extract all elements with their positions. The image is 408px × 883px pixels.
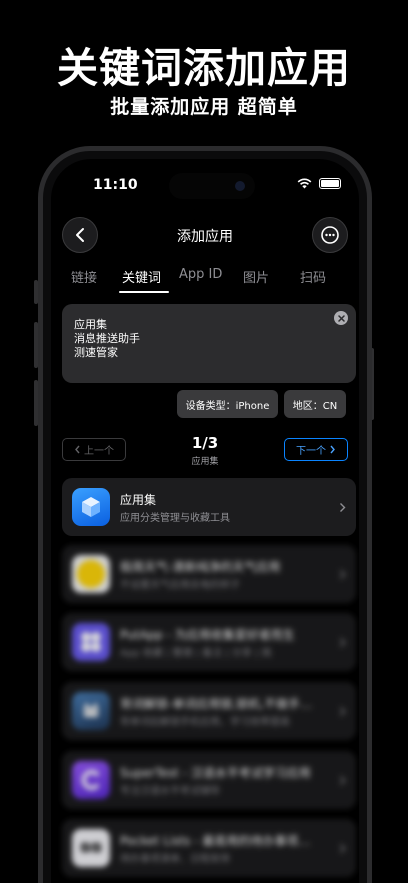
phone-bezel: 11:10 添加应用 链接 关键词 App ID 图片 扫码 应用集 消息推送助…	[43, 151, 367, 883]
chevron-right-icon	[340, 776, 346, 785]
app-desc: App 收藏 | 整理 | 备注 | 分享 | 挑	[120, 648, 272, 659]
app-name: SuperTest - 汉语水平考试学习应用	[120, 766, 311, 780]
device-type-button[interactable]: 设备类型：iPhone	[177, 390, 278, 418]
chevron-right-icon	[340, 844, 346, 853]
tab-image[interactable]: 图片	[243, 267, 269, 286]
app-desc: 不设置天气应用去电的样子	[120, 580, 240, 591]
camera-icon	[235, 181, 245, 191]
more-icon	[321, 226, 339, 244]
app-name: 应用集	[120, 493, 157, 507]
status-icons	[297, 178, 341, 189]
tab-active-indicator	[119, 291, 169, 293]
promo-subtitle: 批量添加应用 超简单	[110, 96, 298, 118]
cube-icon	[72, 488, 110, 526]
app-list-item[interactable]: 背词解锁-单词应用锁,锁机,不做手… 背单词后解锁手机应用，学习效率提高	[62, 682, 356, 740]
app-list-item[interactable]: PutApp - 为应用收集爱好者而生 App 收藏 | 整理 | 备注 | 分…	[62, 613, 356, 671]
app-desc: 待办事项清单、日程安排	[120, 854, 230, 865]
chevron-right-icon	[340, 570, 346, 579]
app-list-item[interactable]: 应用集 应用分类管理与收藏工具	[62, 478, 356, 536]
app-desc: 背单词后解锁手机应用，学习效率提高	[120, 717, 290, 728]
c-logo-icon	[72, 761, 110, 799]
battery-icon	[319, 178, 341, 189]
clear-button[interactable]	[334, 311, 348, 325]
keyword-line: 测速管家	[74, 346, 118, 359]
sun-icon	[72, 555, 110, 593]
close-icon	[337, 314, 345, 322]
keyword-line: 消息推送助手	[74, 332, 140, 345]
phone-frame: 11:10 添加应用 链接 关键词 App ID 图片 扫码 应用集 消息推送助…	[38, 146, 372, 883]
tab-app-id[interactable]: App ID	[179, 267, 222, 282]
status-bar: 11:10	[51, 159, 359, 203]
next-label: 下一个	[296, 446, 326, 457]
chevron-right-icon	[330, 445, 335, 454]
tab-scan[interactable]: 扫码	[300, 267, 326, 286]
next-button[interactable]: 下一个	[284, 438, 348, 461]
nav-bar: 添加应用	[51, 217, 359, 253]
app-name: 极简天气-清新纯净的天气应用	[120, 560, 281, 574]
keyword-input[interactable]: 应用集 消息推送助手 测速管家	[62, 304, 356, 383]
status-time: 11:10	[93, 177, 138, 193]
grid-icon	[72, 623, 110, 661]
app-list-item[interactable]: 极简天气-清新纯净的天气应用 不设置天气应用去电的样子	[62, 545, 356, 603]
region-button[interactable]: 地区：CN	[284, 390, 346, 418]
app-name: Pocket Lists - 最易用的待办事项…	[120, 834, 311, 848]
phone-screen: 11:10 添加应用 链接 关键词 App ID 图片 扫码 应用集 消息推送助…	[51, 159, 359, 883]
tab-bar: 链接 关键词 App ID 图片 扫码	[51, 267, 359, 293]
dynamic-island	[169, 173, 255, 199]
tab-link[interactable]: 链接	[71, 267, 97, 286]
app-list-item[interactable]: SuperTest - 汉语水平考试学习应用 专注汉语水平考试辅导	[62, 751, 356, 809]
tab-keyword[interactable]: 关键词	[122, 267, 161, 286]
app-desc: 专注汉语水平考试辅导	[120, 786, 220, 797]
app-name: PutApp - 为应用收集爱好者而生	[120, 628, 295, 642]
app-name: 背词解锁-单词应用锁,锁机,不做手…	[120, 697, 312, 711]
keyword-line: 应用集	[74, 318, 107, 331]
promo-title: 关键词添加应用	[57, 44, 351, 92]
app-desc: 应用分类管理与收藏工具	[120, 513, 230, 524]
chevron-right-icon	[340, 503, 346, 512]
wifi-icon	[297, 178, 312, 189]
more-button[interactable]	[312, 217, 348, 253]
chevron-right-icon	[340, 707, 346, 716]
app-list-item[interactable]: Pocket Lists - 最易用的待办事项… 待办事项清单、日程安排	[62, 819, 356, 877]
cat-icon	[72, 692, 110, 730]
checklist-icon	[72, 829, 110, 867]
chevron-right-icon	[340, 638, 346, 647]
